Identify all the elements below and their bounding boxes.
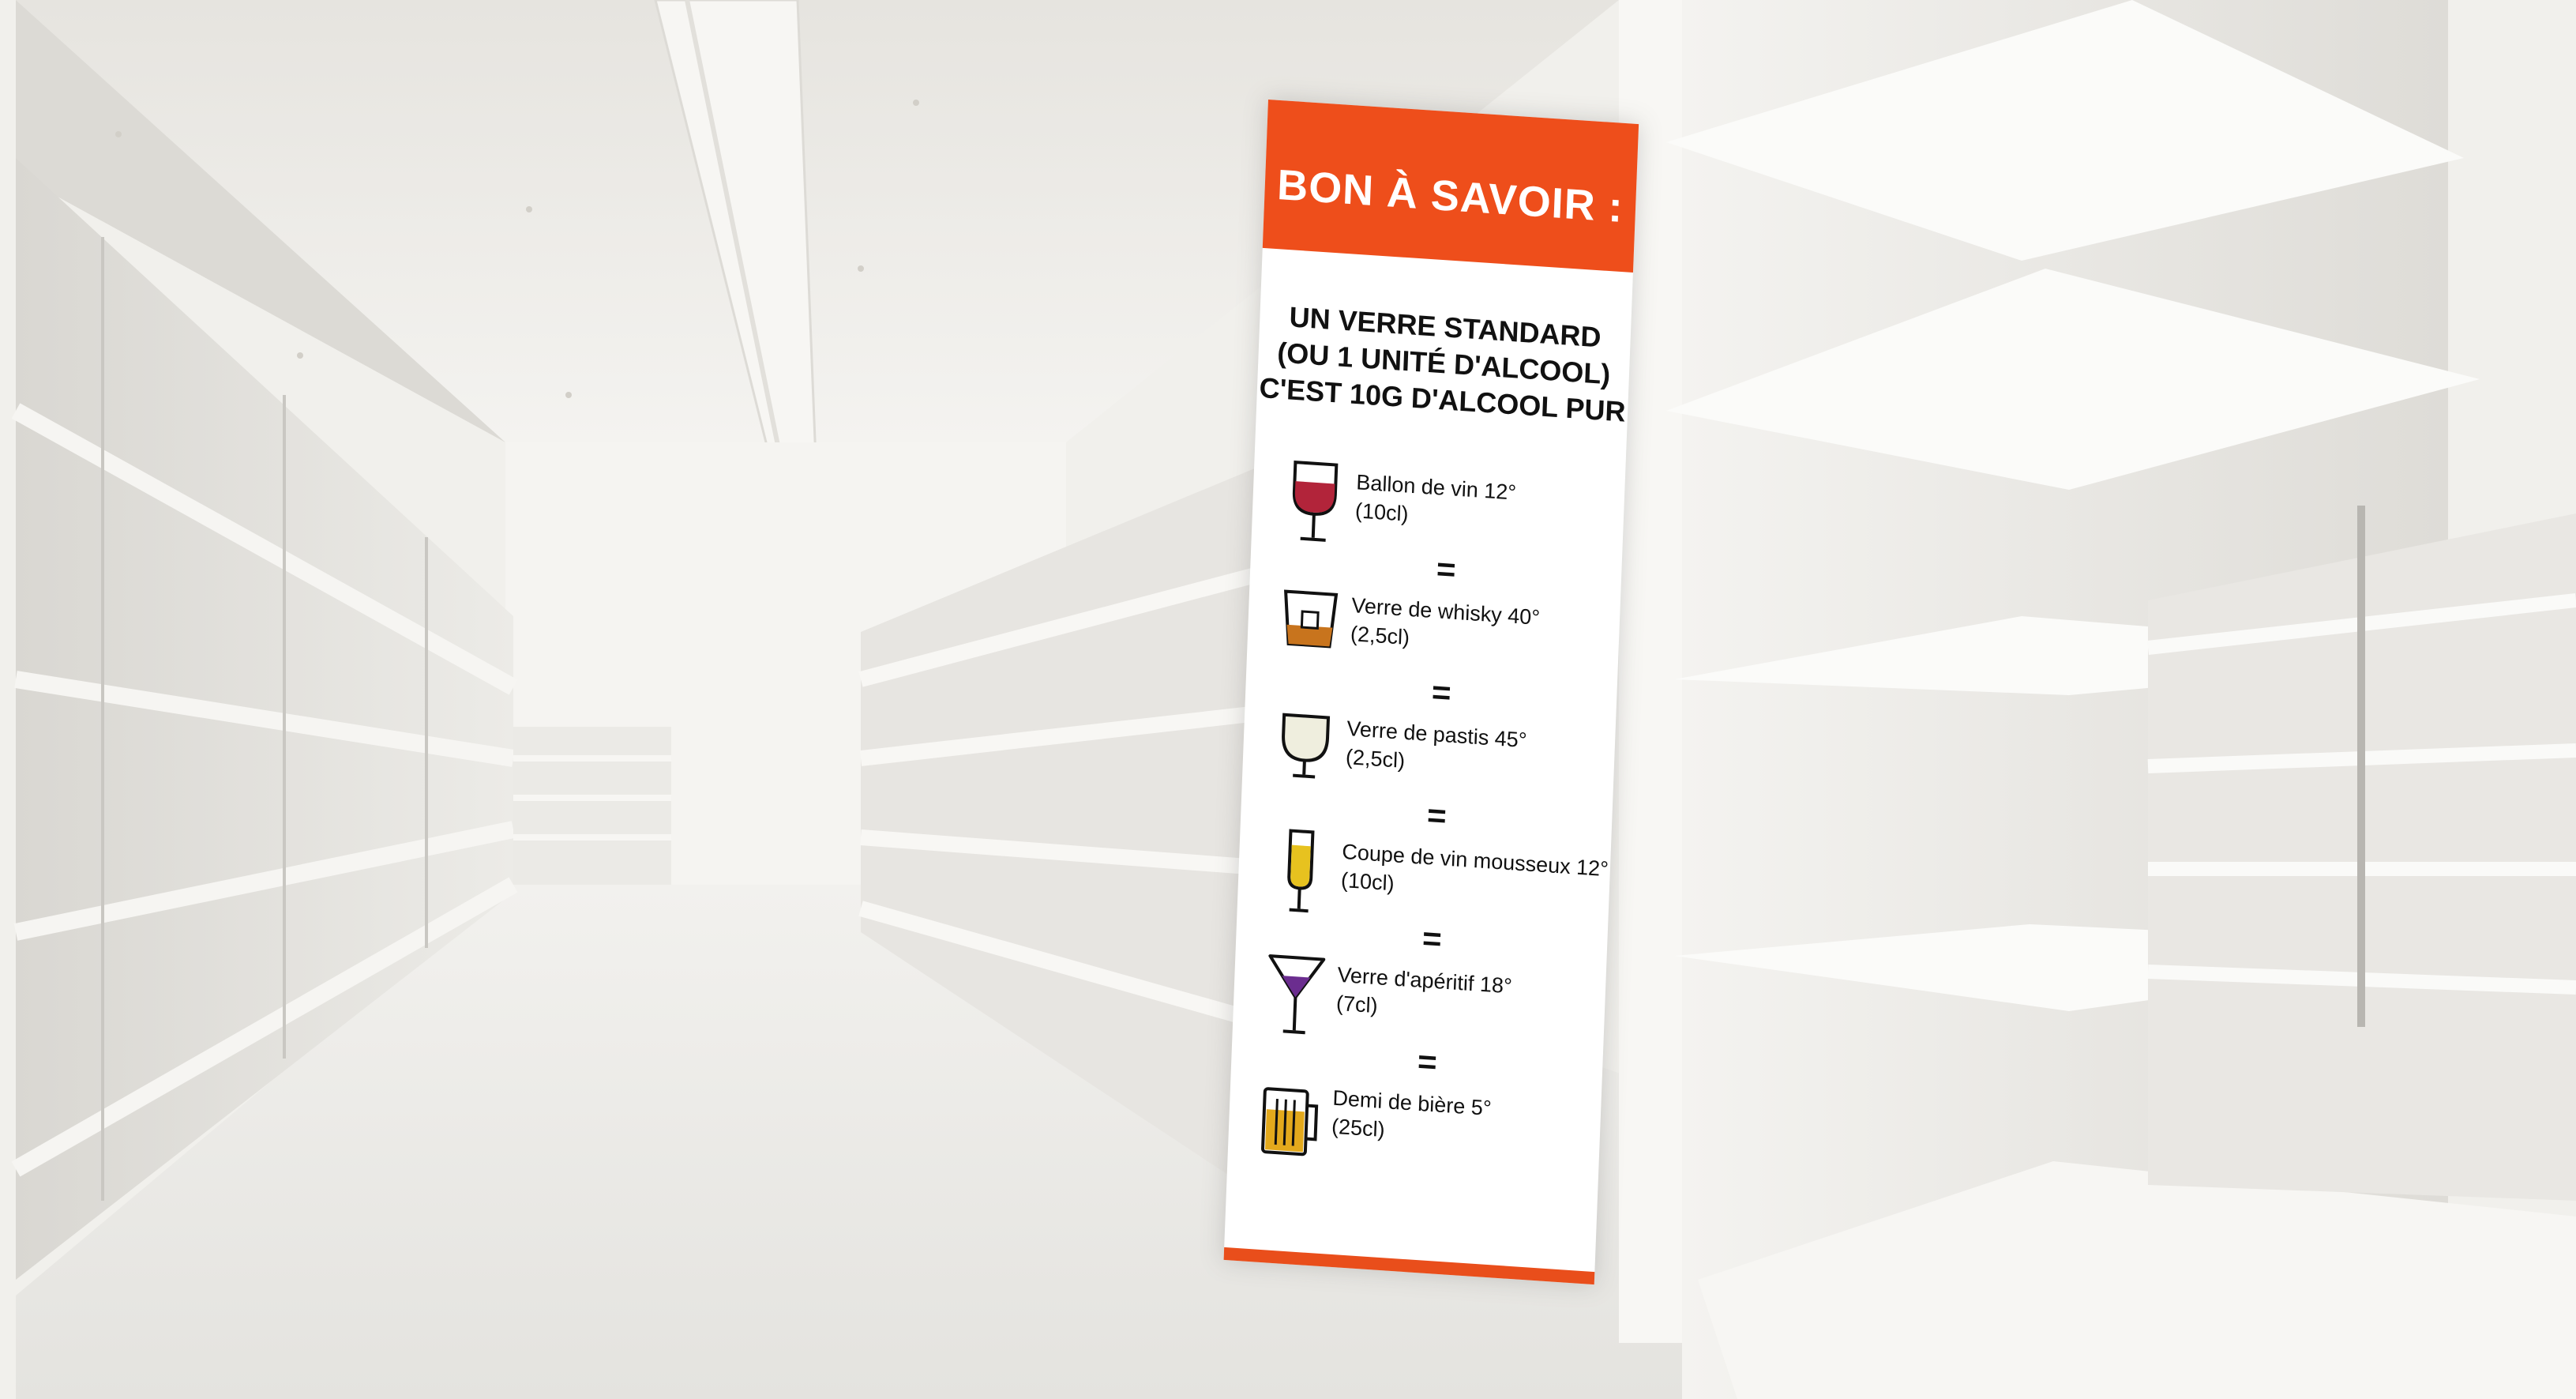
item-text: Coupe de vin mousseux 12° (10cl) xyxy=(1340,837,1609,912)
item-text: Verre d'apéritif 18° (7cl) xyxy=(1335,961,1513,1029)
item-text: Verre de pastis 45° (2,5cl) xyxy=(1345,714,1528,783)
item-text: Ballon de vin 12° (10cl) xyxy=(1354,468,1517,535)
drink-equivalence-list: Ballon de vin 12° (10cl) = Verre de whis… xyxy=(1258,457,1616,1175)
champagne-flute-icon xyxy=(1267,826,1333,919)
wine-glass-icon xyxy=(1281,457,1347,549)
whisky-glass-icon xyxy=(1276,580,1342,672)
aperitif-glass-icon xyxy=(1262,950,1328,1042)
beer-mug-icon xyxy=(1257,1073,1324,1165)
item-text: Verre de whisky 40° (2,5cl) xyxy=(1350,591,1541,660)
pastis-glass-icon xyxy=(1271,703,1338,795)
info-banner: BON À SAVOIR : UN VERRE STANDARD (OU 1 U… xyxy=(1223,100,1639,1285)
item-text: Demi de bière 5° (25cl) xyxy=(1331,1084,1493,1151)
banner-title: BON À SAVOIR : xyxy=(1276,160,1624,232)
banner-header: BON À SAVOIR : xyxy=(1262,100,1639,273)
